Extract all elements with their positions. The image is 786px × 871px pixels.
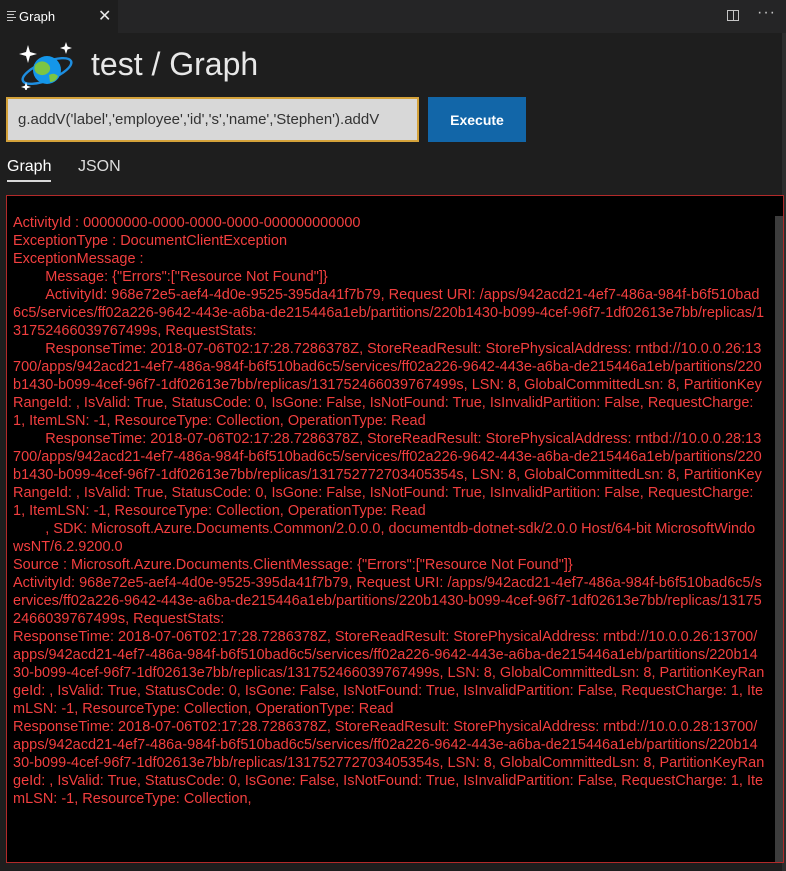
- tab-json[interactable]: JSON: [78, 158, 121, 176]
- page-title: test / Graph: [91, 46, 259, 82]
- document-lines-icon: [7, 11, 16, 21]
- execute-button[interactable]: Execute: [428, 97, 526, 142]
- output-scrollbar[interactable]: [775, 216, 783, 862]
- page-header: test / Graph: [0, 33, 786, 95]
- tab-graph[interactable]: Graph: [7, 158, 52, 182]
- editor-tab-bar: Graph ✕ ···: [0, 0, 786, 33]
- close-icon[interactable]: ✕: [98, 6, 111, 26]
- more-icon[interactable]: ···: [757, 4, 776, 22]
- gremlin-query-input[interactable]: [6, 97, 419, 142]
- error-output-text: ActivityId : 00000000-0000-0000-0000-000…: [13, 215, 765, 807]
- editor-tab-graph[interactable]: Graph ✕: [0, 0, 118, 33]
- split-editor-icon[interactable]: [727, 10, 739, 21]
- error-output-panel: ActivityId : 00000000-0000-0000-0000-000…: [6, 195, 784, 863]
- tab-label: Graph: [19, 9, 56, 24]
- cosmos-db-logo-icon: [19, 42, 73, 90]
